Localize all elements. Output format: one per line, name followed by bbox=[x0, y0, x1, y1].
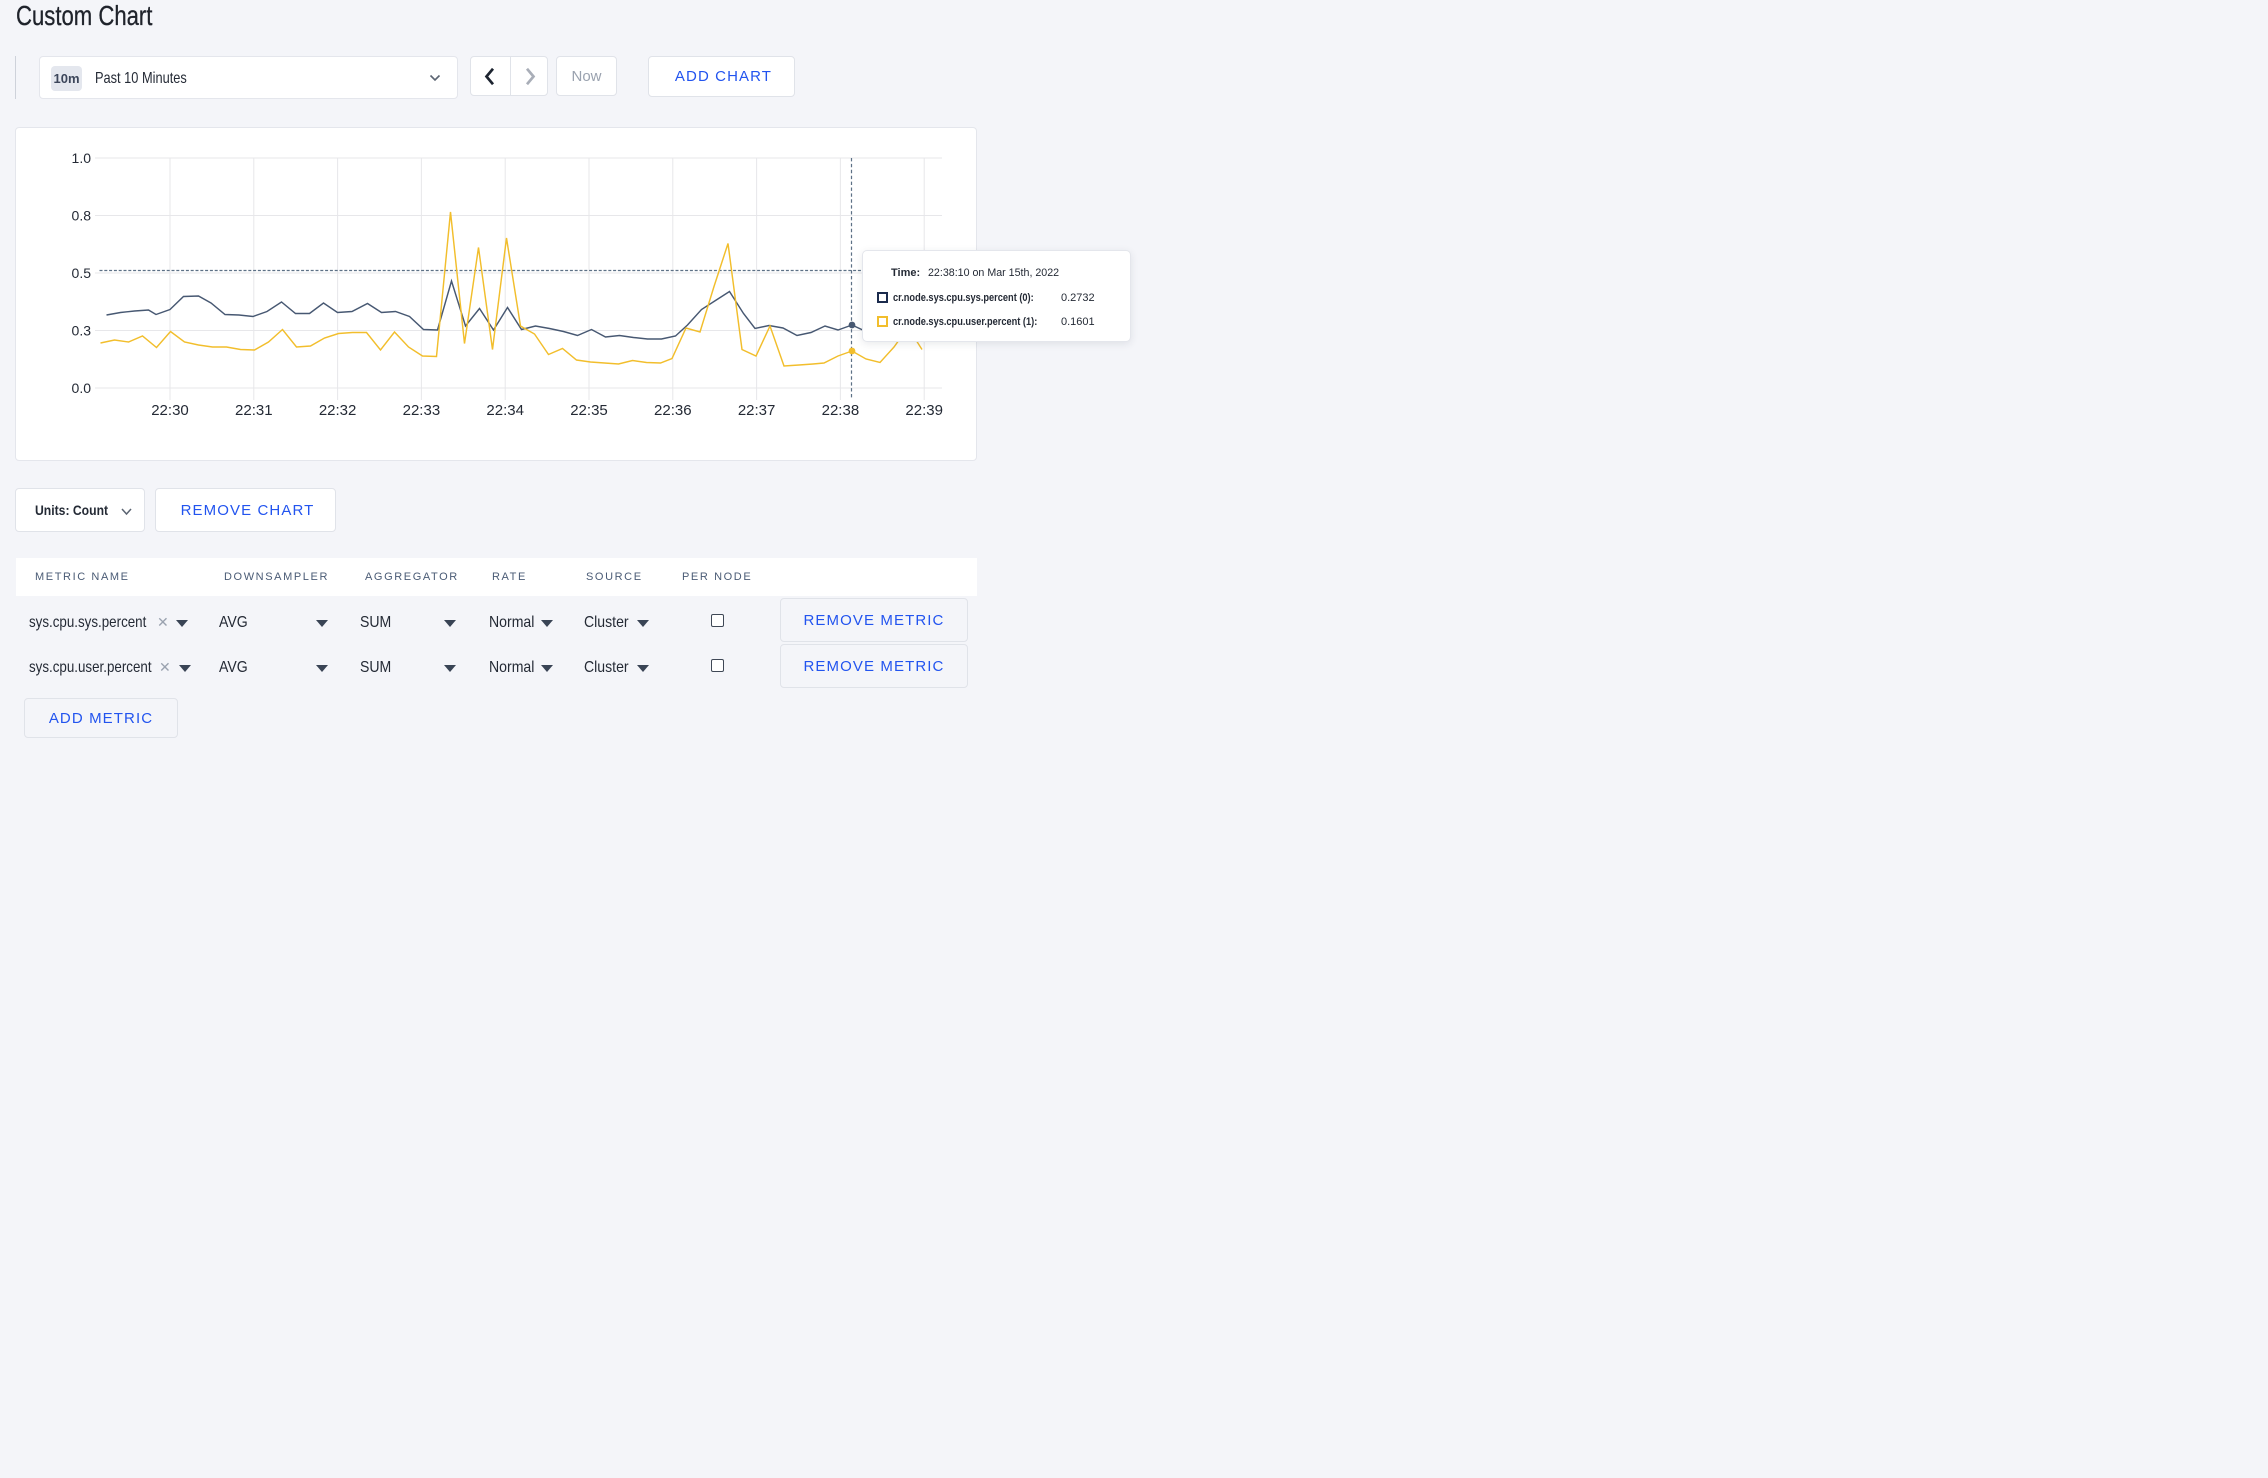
svg-text:1.0: 1.0 bbox=[72, 150, 92, 166]
svg-text:22:38: 22:38 bbox=[822, 402, 860, 419]
svg-text:22:39: 22:39 bbox=[905, 402, 943, 419]
svg-text:0.0: 0.0 bbox=[72, 380, 92, 396]
svg-text:0.8: 0.8 bbox=[72, 208, 92, 224]
svg-text:22:31: 22:31 bbox=[235, 402, 273, 419]
svg-text:22:37: 22:37 bbox=[738, 402, 776, 419]
svg-text:22:36: 22:36 bbox=[654, 402, 692, 419]
svg-text:22:35: 22:35 bbox=[570, 402, 608, 419]
svg-text:22:32: 22:32 bbox=[319, 402, 357, 419]
svg-text:22:33: 22:33 bbox=[403, 402, 441, 419]
svg-text:0.3: 0.3 bbox=[72, 323, 92, 339]
svg-text:22:30: 22:30 bbox=[151, 402, 189, 419]
svg-text:22:34: 22:34 bbox=[486, 402, 524, 419]
svg-text:0.5: 0.5 bbox=[72, 265, 92, 281]
